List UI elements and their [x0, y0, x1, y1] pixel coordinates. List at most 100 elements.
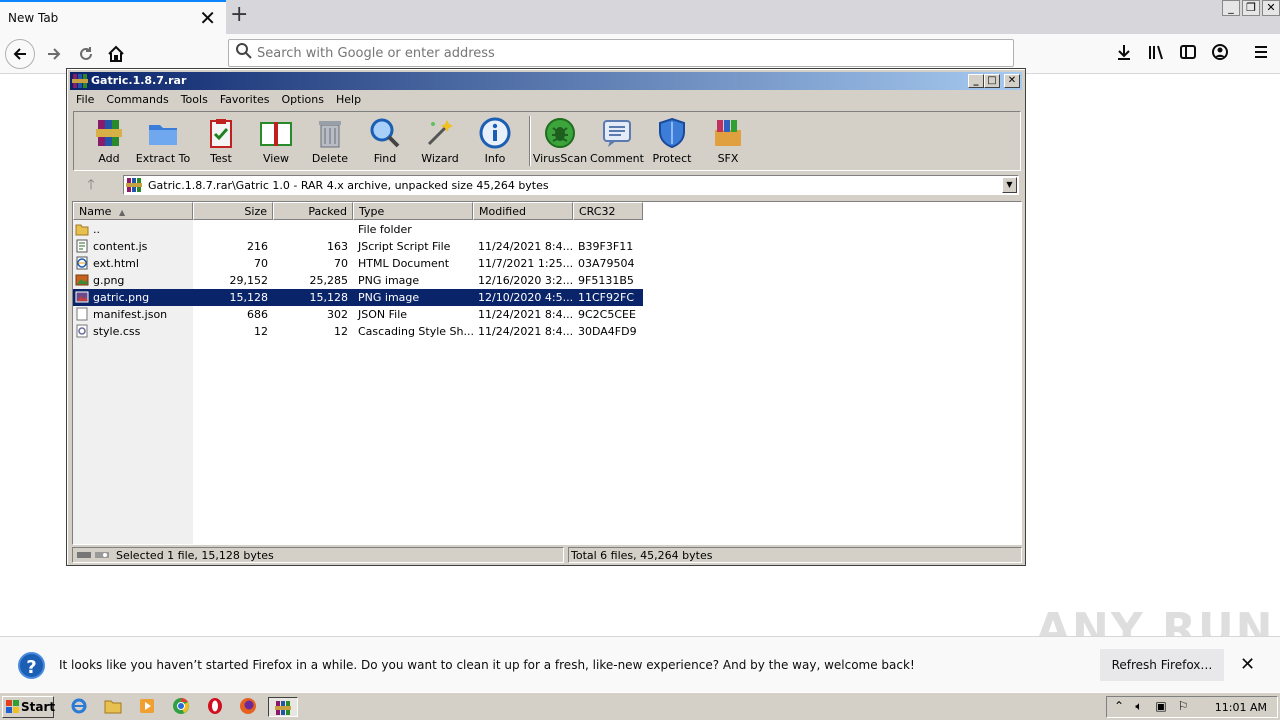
question-icon: ?: [18, 652, 45, 679]
close-icon[interactable]: ✕: [1262, 0, 1280, 16]
start-button[interactable]: Start: [2, 696, 56, 718]
restore-icon[interactable]: ❐: [1242, 0, 1260, 16]
url-bar[interactable]: [228, 39, 1014, 67]
bug-icon: [545, 118, 575, 148]
json-file-icon: [76, 307, 88, 321]
tray-expand-icon[interactable]: ⌃: [1111, 699, 1127, 715]
winrar-titlebar[interactable]: Gatric.1.8.7.rar _ □ ✕: [70, 72, 1022, 90]
column-header-type[interactable]: Type: [353, 202, 473, 220]
file-list[interactable]: Name ▲ Size Packed Type Modified CRC32 .…: [72, 201, 1022, 545]
find-button[interactable]: Find: [355, 116, 415, 168]
column-header-packed[interactable]: Packed: [273, 202, 353, 220]
view-button[interactable]: View: [246, 116, 306, 168]
status-total-text: Total 6 files, 45,264 bytes: [571, 549, 713, 562]
refresh-firefox-button[interactable]: Refresh Firefox…: [1100, 649, 1224, 681]
table-row-selected[interactable]: gatric.png 15,128 15,128 PNG image 12/10…: [73, 289, 643, 306]
winrar-app-icon: [72, 74, 88, 88]
shield-icon: [659, 117, 685, 149]
add-button[interactable]: Add: [79, 116, 139, 168]
image-file-icon: [75, 291, 89, 303]
menu-tools[interactable]: Tools: [175, 91, 214, 109]
new-tab-button[interactable]: +: [230, 2, 252, 30]
table-row[interactable]: content.js 216 163 JScript Script File 1…: [73, 238, 643, 255]
close-icon[interactable]: ✕: [1240, 654, 1255, 675]
script-file-icon: [76, 239, 88, 253]
image-file-icon: [75, 274, 89, 286]
menu-help[interactable]: Help: [330, 91, 367, 109]
close-icon[interactable]: ✕: [1004, 74, 1020, 88]
table-row[interactable]: .. File folder: [73, 221, 643, 238]
library-icon[interactable]: [1145, 43, 1167, 65]
winrar-taskbar-icon[interactable]: [268, 697, 298, 717]
account-icon[interactable]: [1209, 43, 1231, 65]
extract-to-button[interactable]: Extract To: [133, 116, 193, 168]
opera-icon[interactable]: [204, 697, 226, 717]
download-icon[interactable]: [1113, 43, 1135, 65]
column-header-name[interactable]: Name ▲: [73, 202, 193, 220]
table-row[interactable]: ext.html 70 70 HTML Document 11/7/2021 1…: [73, 255, 643, 272]
info-icon: [479, 117, 511, 149]
status-panel-selection: Selected 1 file, 15,128 bytes: [72, 547, 564, 563]
info-label: Info: [484, 152, 506, 165]
tab-strip-background: [226, 0, 1280, 34]
firefox-icon[interactable]: [237, 697, 259, 717]
minimize-icon[interactable]: _: [968, 74, 984, 88]
table-row[interactable]: manifest.json 686 302 JSON File 11/24/20…: [73, 306, 643, 323]
html-file-icon: [76, 256, 88, 270]
menu-file[interactable]: File: [70, 91, 100, 109]
winrar-title: Gatric.1.8.7.rar: [91, 74, 187, 87]
info-button[interactable]: Info: [465, 116, 525, 168]
virusscan-button[interactable]: VirusScan: [530, 116, 590, 168]
column-header-crc32[interactable]: CRC32: [573, 202, 643, 220]
drive-icon: [77, 552, 109, 558]
minimize-icon[interactable]: _: [1222, 0, 1240, 16]
wizard-label: Wizard: [421, 152, 459, 165]
media-player-icon[interactable]: [136, 697, 158, 717]
tab-close-icon[interactable]: ✕: [199, 6, 216, 30]
notification-message: It looks like you haven’t started Firefo…: [59, 658, 915, 672]
archive-path-combobox[interactable]: Gatric.1.8.7.rar\Gatric 1.0 - RAR 4.x ar…: [123, 175, 1019, 195]
test-button[interactable]: Test: [191, 116, 251, 168]
protect-button[interactable]: Protect: [642, 116, 702, 168]
menu-options[interactable]: Options: [276, 91, 330, 109]
comment-icon: [603, 120, 631, 147]
system-tray: ⌃ 🔈︎ ▣ ⚐ 11:01 AM: [1106, 696, 1278, 718]
explorer-folder-icon[interactable]: [102, 697, 124, 717]
file-list-header: Name ▲ Size Packed Type Modified CRC32: [73, 202, 643, 220]
table-row[interactable]: g.png 29,152 25,285 PNG image 12/16/2020…: [73, 272, 643, 289]
search-input[interactable]: [257, 44, 997, 62]
comment-button[interactable]: Comment: [587, 116, 647, 168]
winrar-toolbar: Add Extract To Test View Delete Find Wiz…: [73, 111, 1021, 171]
delete-button[interactable]: Delete: [300, 116, 360, 168]
clock[interactable]: 11:01 AM: [1215, 701, 1267, 714]
forward-icon[interactable]: [40, 40, 68, 68]
protect-label: Protect: [652, 152, 692, 165]
start-label: Start: [21, 700, 56, 714]
up-arrow-icon[interactable]: 🡑: [77, 175, 105, 195]
column-header-size[interactable]: Size: [193, 202, 273, 220]
column-header-modified[interactable]: Modified: [473, 202, 573, 220]
back-icon[interactable]: [5, 39, 35, 69]
action-center-flag-icon[interactable]: ⚐: [1175, 699, 1191, 715]
menu-icon[interactable]: [1250, 43, 1272, 65]
archive-icon: [126, 178, 142, 192]
windows-taskbar: Start ⌃ 🔈︎ ▣ ⚐ 11:01 AM: [0, 692, 1280, 720]
wizard-button[interactable]: Wizard: [410, 116, 470, 168]
internet-explorer-icon[interactable]: [68, 697, 90, 717]
table-row[interactable]: style.css 12 12 Cascading Style Sh... 11…: [73, 323, 643, 340]
folder-icon: [75, 224, 89, 236]
sfx-button[interactable]: SFX: [698, 116, 758, 168]
network-icon[interactable]: ▣: [1153, 699, 1169, 715]
chrome-icon[interactable]: [170, 697, 192, 717]
menu-commands[interactable]: Commands: [100, 91, 174, 109]
tab-new-tab[interactable]: New Tab ✕: [0, 0, 226, 34]
home-icon[interactable]: [102, 40, 130, 68]
sidebar-icon[interactable]: [1177, 43, 1199, 65]
tab-title: New Tab: [8, 11, 59, 25]
status-panel-total: Total 6 files, 45,264 bytes: [568, 547, 1022, 563]
dropdown-arrow-icon[interactable]: ▼: [1002, 177, 1017, 193]
maximize-icon[interactable]: □: [984, 74, 1000, 88]
speaker-icon[interactable]: 🔈︎: [1131, 699, 1147, 715]
reload-icon[interactable]: [72, 40, 100, 68]
menu-favorites[interactable]: Favorites: [214, 91, 276, 109]
